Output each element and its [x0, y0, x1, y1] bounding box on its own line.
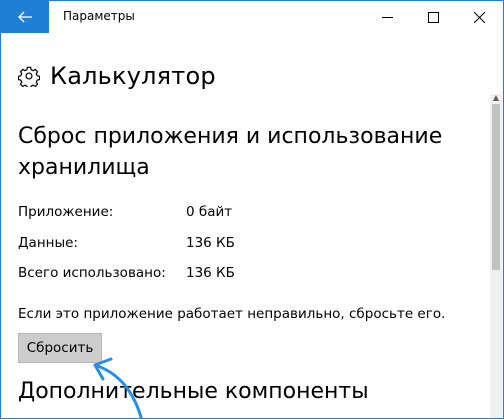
reset-button[interactable]: Сбросить	[18, 333, 102, 363]
page-title: Калькулятор	[50, 62, 216, 90]
extras-section-title: Дополнительные компоненты	[18, 379, 369, 404]
gear-icon	[18, 66, 40, 87]
scroll-thumb[interactable]	[492, 104, 500, 270]
arrow-left-icon	[18, 11, 32, 23]
storage-value: 0 байт	[186, 204, 233, 220]
close-icon	[473, 11, 485, 23]
app-header: Калькулятор	[18, 59, 216, 93]
window-title: Параметры	[63, 9, 135, 23]
minimize-icon	[381, 16, 393, 18]
storage-label: Приложение:	[18, 204, 114, 220]
scrollbar[interactable]: ▲	[490, 94, 502, 418]
maximize-button[interactable]	[410, 1, 456, 33]
back-button[interactable]	[1, 1, 49, 33]
reset-hint: Если это приложение работает неправильно…	[18, 306, 446, 322]
close-button[interactable]	[456, 1, 502, 33]
maximize-icon	[427, 11, 439, 23]
storage-value: 136 КБ	[186, 265, 235, 281]
scroll-up-icon[interactable]: ▲	[492, 94, 500, 102]
storage-label: Всего использовано:	[18, 265, 166, 281]
storage-label: Данные:	[18, 235, 78, 251]
settings-window: Параметры Калькулятор Сброс приложения и	[0, 0, 504, 419]
title-bar: Параметры	[1, 1, 503, 33]
reset-section-title: Сброс приложения и использование хранили…	[18, 124, 443, 180]
storage-value: 136 КБ	[186, 235, 235, 251]
minimize-button[interactable]	[364, 1, 410, 33]
